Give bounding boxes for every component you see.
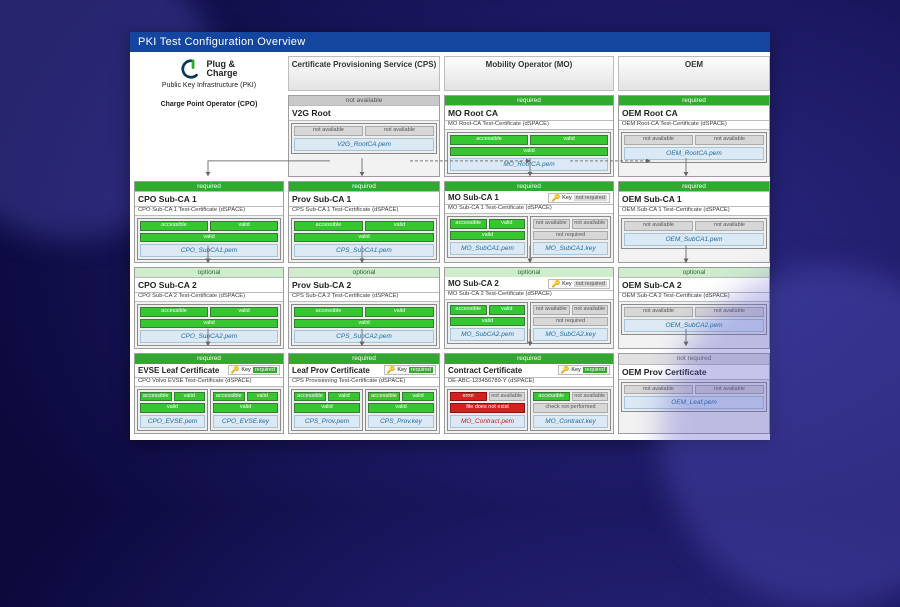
- col-mo: Mobility Operator (MO): [444, 56, 614, 91]
- key-chip: 🔑Keynot required: [548, 193, 610, 203]
- node-leaf-prov[interactable]: required Leaf Prov Certificate 🔑Keyrequi…: [288, 353, 440, 433]
- file-link[interactable]: CPO_EVSE.key: [213, 415, 278, 428]
- node-mo-subca2[interactable]: optional MO Sub-CA 2 🔑Keynot required MO…: [444, 267, 614, 349]
- key-icon: 🔑: [231, 366, 240, 374]
- node-mo-root[interactable]: required MO Root CA MO Root-CA Test-Cert…: [444, 95, 614, 177]
- node-mo-subca1[interactable]: required MO Sub-CA 1 🔑Keynot required MO…: [444, 181, 614, 263]
- key-icon: 🔑: [551, 194, 560, 202]
- file-link[interactable]: CPO_EVSE.pem: [140, 415, 205, 428]
- file-link[interactable]: CPS_SubCA1.pem: [294, 244, 434, 257]
- key-chip: 🔑Keyrequired: [558, 365, 610, 375]
- col-cps: Certificate Provisioning Service (CPS): [288, 56, 440, 91]
- key-chip: 🔑Keyrequired: [384, 365, 436, 375]
- key-icon: 🔑: [551, 280, 560, 288]
- config-panel: PKI Test Configuration Overview Plug &Ch…: [130, 32, 770, 440]
- node-cpo-subca1[interactable]: required CPO Sub-CA 1 CPO Sub-CA 1 Test-…: [134, 181, 284, 263]
- file-link[interactable]: CPS_Prov.key: [368, 415, 434, 428]
- node-prov-subca1[interactable]: required Prov Sub-CA 1 CPS Sub-CA 1 Test…: [288, 181, 440, 263]
- brand-subtitle: Public Key Infrastructure (PKI): [162, 82, 256, 89]
- plug-charge-icon: [180, 58, 202, 80]
- file-link[interactable]: CPS_SubCA2.pem: [294, 330, 434, 343]
- key-chip: 🔑Keyrequired: [228, 365, 280, 375]
- file-link[interactable]: MO_SubCA1.key: [533, 242, 608, 255]
- file-link[interactable]: MO_Contract.key: [533, 415, 608, 428]
- node-v2g-root[interactable]: not available V2G Root not availablenot …: [288, 95, 440, 177]
- file-link[interactable]: MO_SubCA2.pem: [450, 328, 525, 341]
- file-link[interactable]: CPS_Prov.pem: [294, 415, 360, 428]
- file-link[interactable]: MO_RootCA.pem: [450, 158, 608, 171]
- key-icon: 🔑: [387, 366, 396, 374]
- grid: Plug &Charge Public Key Infrastructure (…: [130, 52, 770, 440]
- file-link[interactable]: V2G_RootCA.pem: [294, 138, 434, 151]
- key-chip: 🔑Keynot required: [548, 279, 610, 289]
- node-prov-subca2[interactable]: optional Prov Sub-CA 2 CPS Sub-CA 2 Test…: [288, 267, 440, 349]
- node-oem-subca1[interactable]: required OEM Sub-CA 1 OEM Sub-CA 1 Test-…: [618, 181, 770, 263]
- key-icon: 🔑: [561, 366, 570, 374]
- file-link[interactable]: MO_Contract.pem: [450, 415, 525, 428]
- node-cpo-subca2[interactable]: optional CPO Sub-CA 2 CPO Sub-CA 2 Test-…: [134, 267, 284, 349]
- file-link[interactable]: OEM_Leaf.pem: [624, 396, 764, 409]
- node-evse-leaf[interactable]: required EVSE Leaf Certificate 🔑Keyrequi…: [134, 353, 284, 433]
- node-oem-prov[interactable]: not required OEM Prov Certificate not av…: [618, 353, 770, 433]
- file-link[interactable]: CPO_SubCA1.pem: [140, 244, 278, 257]
- file-link[interactable]: MO_SubCA2.key: [533, 328, 608, 341]
- file-link[interactable]: OEM_SubCA2.pem: [624, 319, 764, 332]
- col-oem: OEM: [618, 56, 770, 91]
- file-link[interactable]: OEM_SubCA1.pem: [624, 233, 764, 246]
- file-link[interactable]: OEM_RootCA.pem: [624, 147, 764, 160]
- panel-title: PKI Test Configuration Overview: [130, 32, 770, 52]
- brand-block: Plug &Charge Public Key Infrastructure (…: [134, 56, 284, 91]
- file-link[interactable]: MO_SubCA1.pem: [450, 242, 525, 255]
- node-contract-cert[interactable]: required Contract Certificate 🔑Keyrequir…: [444, 353, 614, 433]
- node-oem-root[interactable]: required OEM Root CA OEM Root-CA Test-Ce…: [618, 95, 770, 177]
- node-oem-subca2[interactable]: optional OEM Sub-CA 2 OEM Sub-CA 2 Test-…: [618, 267, 770, 349]
- file-link[interactable]: CPO_SubCA2.pem: [140, 330, 278, 343]
- col-cpo: Charge Point Operator (CPO): [134, 95, 284, 177]
